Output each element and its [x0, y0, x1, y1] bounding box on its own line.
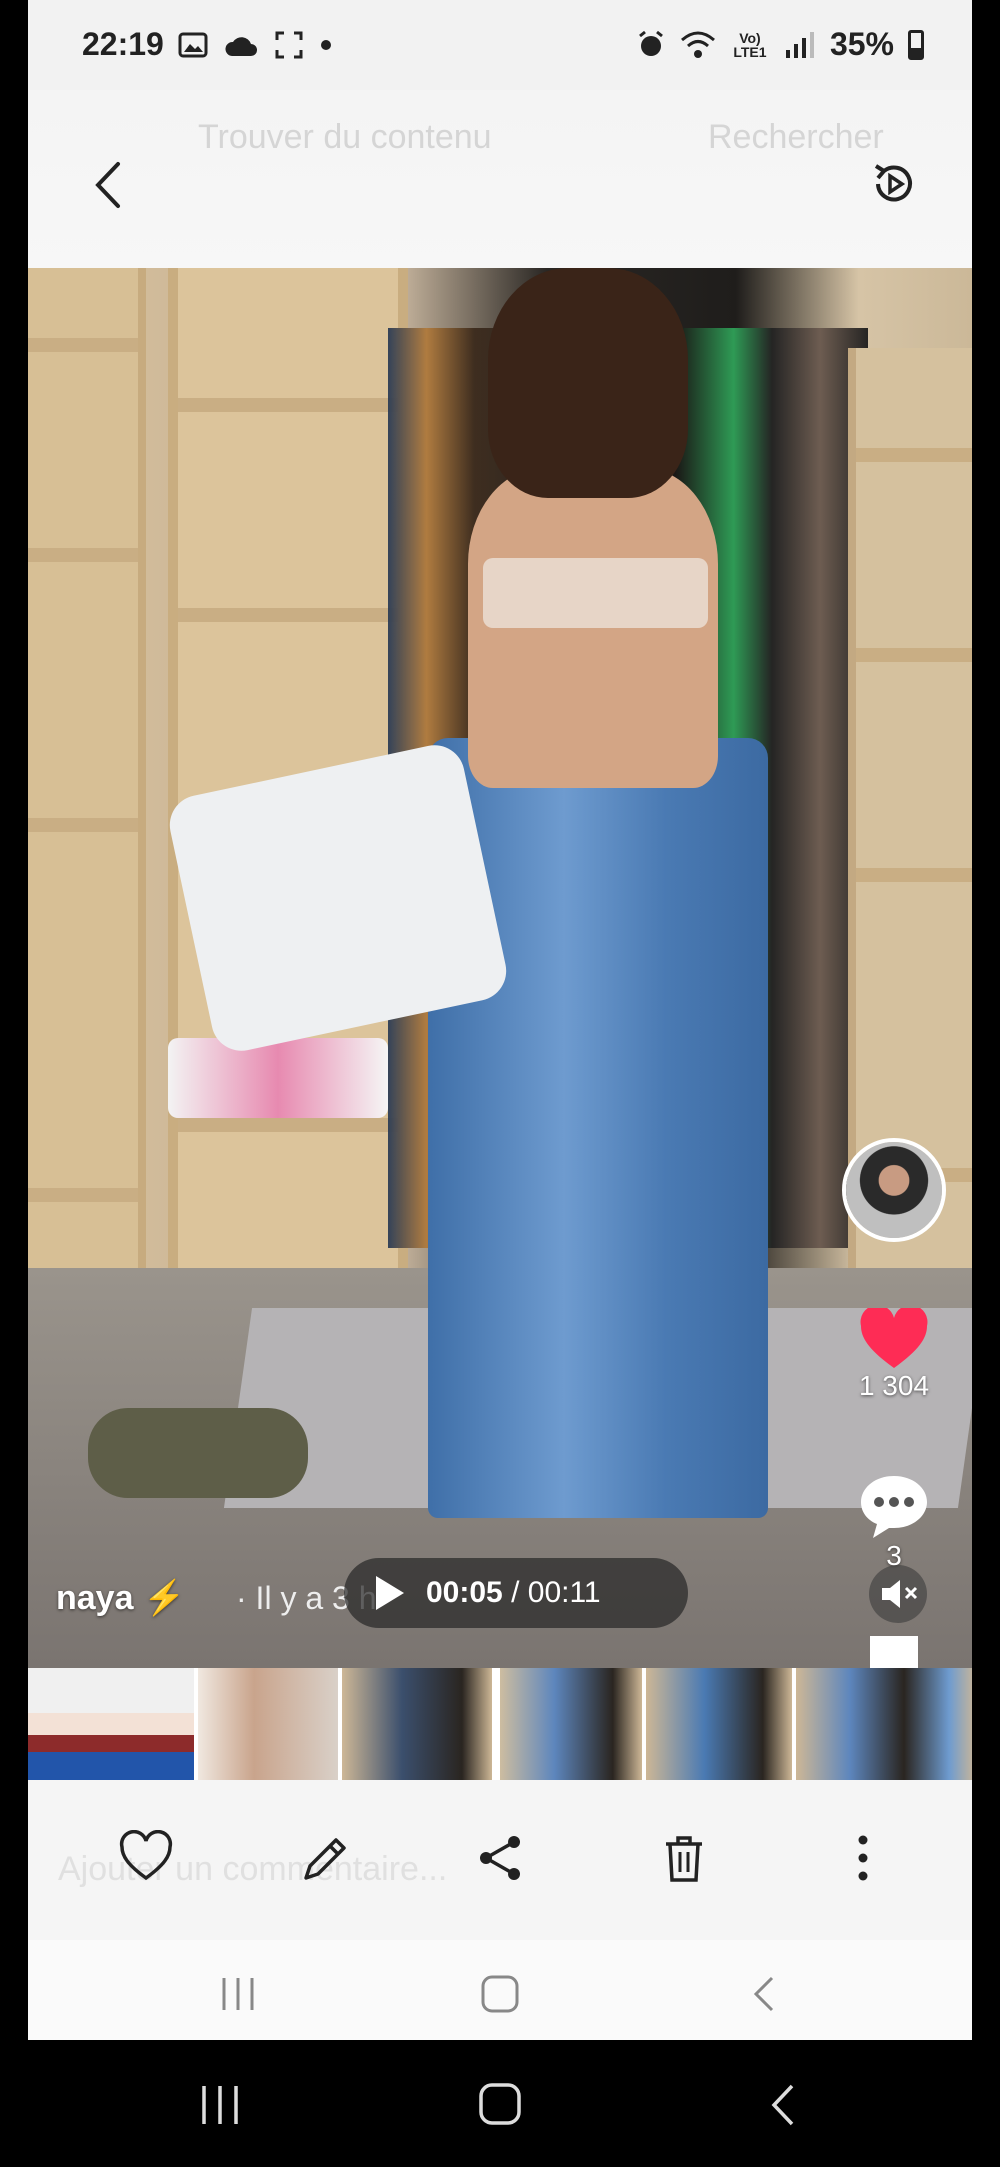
wifi-icon [680, 31, 715, 58]
alarm-icon [639, 30, 663, 56]
current-time: 00:05 [426, 1576, 503, 1609]
motion-photo-button[interactable] [866, 156, 922, 212]
play-icon[interactable] [376, 1576, 404, 1610]
creator-username[interactable]: naya ⚡ [56, 1578, 185, 1618]
person-back [468, 468, 718, 788]
gallery-screen: 22:19 Vo) LTE1 35% Trouver du contenu Re… [28, 0, 972, 2040]
playback-controls[interactable]: 00:05 / 00:11 [344, 1558, 688, 1628]
pencil-icon [304, 1838, 346, 1880]
status-right: Vo) LTE1 35% [636, 26, 924, 63]
battery-icon [908, 29, 924, 60]
trash-icon [666, 1836, 702, 1882]
cloud-icon [225, 37, 257, 56]
bookmark-icon [870, 1636, 918, 1668]
edit-button[interactable] [298, 1830, 354, 1886]
video-frame[interactable]: 1 304 3 34 3 naya ⚡ · Il y a 3 h [28, 268, 972, 1668]
ghost-search-button: Rechercher [708, 118, 884, 156]
time-separator: / [511, 1576, 520, 1609]
ghost-search-field: Trouver du contenu [198, 118, 492, 156]
dot-icon [321, 40, 331, 50]
share-button[interactable] [472, 1830, 528, 1886]
back-button[interactable] [88, 160, 128, 210]
thumbnail[interactable] [28, 1668, 194, 1780]
like-count: 1 304 [858, 1370, 930, 1401]
top-bar: Trouver du contenu Rechercher [28, 90, 972, 268]
system-navigation-bar [0, 2040, 1000, 2167]
heart-outline-icon [119, 1829, 173, 1881]
sneakers [168, 1038, 388, 1118]
like-action[interactable]: 1 304 [842, 1308, 946, 1402]
thumbnail[interactable] [198, 1668, 338, 1780]
creator-avatar[interactable] [842, 1138, 946, 1242]
volume-mute-icon [869, 1565, 927, 1623]
heart-icon [860, 1308, 928, 1368]
home-icon [479, 2083, 521, 2125]
screenshot-icon [275, 31, 303, 59]
favorite-button[interactable] [118, 1829, 174, 1886]
thumbnail-current[interactable] [496, 1668, 642, 1780]
inner-navigation-bar [28, 1940, 972, 2040]
comment-icon [861, 1476, 927, 1538]
username-emoji: ⚡ [142, 1579, 186, 1617]
more-options-button[interactable] [848, 1830, 878, 1886]
home-icon [481, 1975, 519, 2013]
back-chevron-icon [753, 1976, 774, 2012]
share-icon [480, 1836, 520, 1880]
shelf-left [28, 268, 146, 1348]
chevron-left-icon [95, 162, 120, 208]
home-button[interactable] [478, 2082, 522, 2131]
delete-button[interactable] [656, 1830, 712, 1886]
sandals [88, 1408, 308, 1498]
person-top [483, 558, 708, 628]
comment-action[interactable]: 3 [842, 1474, 946, 1572]
back-chevron-icon [771, 2084, 794, 2126]
inner-back-button[interactable] [748, 1974, 778, 2019]
thumbnail[interactable] [796, 1668, 972, 1780]
recents-icon [202, 2086, 238, 2124]
gallery-icon [178, 32, 208, 58]
inner-home-button[interactable] [480, 1974, 520, 2019]
status-bar: 22:19 Vo) LTE1 35% [28, 0, 972, 90]
recents-button[interactable] [198, 2084, 242, 2131]
thumbnail[interactable] [646, 1668, 792, 1780]
inner-recents-button[interactable] [218, 1976, 258, 2017]
mute-button[interactable] [868, 1564, 928, 1624]
status-time: 22:19 [82, 26, 164, 62]
gallery-action-bar: Ajouter un commentaire... [28, 1780, 972, 1940]
replay-icon [874, 164, 912, 202]
back-button-system[interactable] [766, 2082, 798, 2133]
ghost-comment-field: Ajouter un commentaire... [58, 1850, 448, 1888]
total-duration: 00:11 [527, 1576, 601, 1609]
person-hair [488, 268, 688, 498]
recents-icon [222, 1978, 254, 2010]
more-vertical-icon [858, 1835, 868, 1881]
save-action[interactable]: 34 [842, 1634, 946, 1668]
username-text: naya [56, 1579, 134, 1617]
thumbnail[interactable] [342, 1668, 492, 1780]
network-label: Vo) LTE1 [733, 29, 767, 60]
status-notification-icons [178, 30, 332, 60]
frame-thumbnail-strip[interactable] [28, 1668, 972, 1780]
signal-icon [785, 31, 814, 58]
battery-percent: 35% [829, 26, 894, 62]
time-display: 00:05 / 00:11 [426, 1576, 601, 1610]
